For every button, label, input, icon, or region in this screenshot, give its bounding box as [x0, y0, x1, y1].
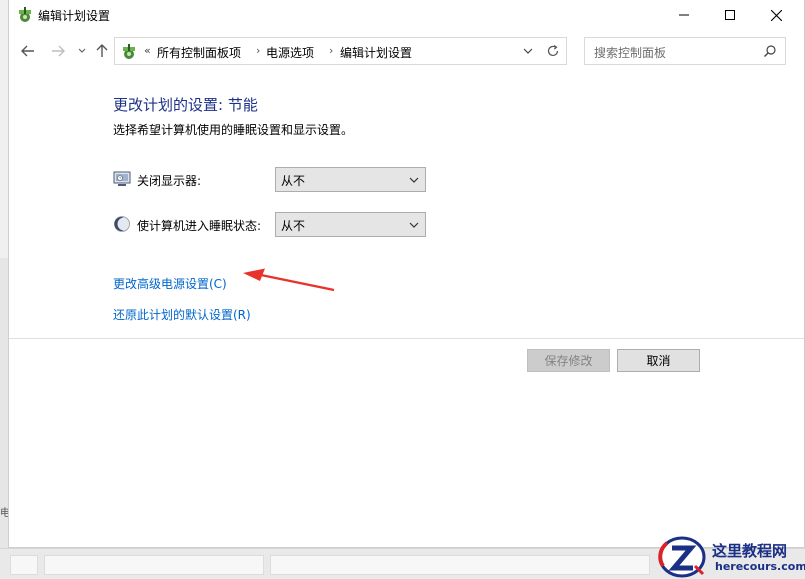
chevron-down-icon — [409, 177, 419, 183]
power-options-icon — [19, 7, 31, 22]
background-desktop-strip — [0, 258, 8, 579]
back-button[interactable] — [18, 41, 38, 61]
page-description: 选择希望计算机使用的睡眠设置和显示设置。 — [113, 123, 354, 137]
maximize-button[interactable] — [707, 0, 753, 30]
control-panel-icon — [123, 44, 135, 59]
background-segment — [270, 555, 650, 575]
background-segment — [10, 555, 38, 575]
search-placeholder: 搜索控制面板 — [594, 46, 667, 60]
chevron-right-icon[interactable]: › — [256, 44, 260, 57]
refresh-icon — [547, 45, 558, 57]
chevron-down-icon — [409, 222, 419, 228]
close-icon — [770, 9, 782, 21]
address-bar[interactable]: « 所有控制面板项 › 电源选项 › 编辑计划设置 — [114, 37, 540, 65]
breadcrumb-edit-plan-settings[interactable]: 编辑计划设置 — [340, 44, 412, 61]
sleep-moon-icon — [114, 216, 130, 232]
sleep-label: 使计算机进入睡眠状态: — [137, 219, 262, 233]
search-icon[interactable] — [763, 44, 777, 58]
chevron-right-icon[interactable]: › — [329, 44, 333, 57]
turn-off-display-label: 关闭显示器: — [137, 174, 202, 188]
arrow-up-icon — [96, 44, 108, 57]
navigation-bar: « 所有控制面板项 › 电源选项 › 编辑计划设置 搜索控制面板 — [9, 34, 804, 68]
close-button[interactable] — [753, 0, 799, 30]
save-changes-button[interactable]: 保存修改 — [527, 349, 610, 372]
breadcrumb-overflow[interactable]: « — [144, 44, 151, 57]
minimize-button[interactable] — [661, 0, 707, 30]
refresh-button[interactable] — [539, 37, 567, 65]
watermark-logo-icon — [658, 536, 706, 578]
restore-default-settings-link[interactable]: 还原此计划的默认设置(R) — [113, 306, 251, 323]
sleep-value: 从不 — [281, 219, 306, 233]
minimize-icon — [679, 14, 689, 16]
divider — [9, 338, 804, 339]
arrow-left-icon — [21, 45, 34, 57]
monitor-icon — [113, 171, 131, 186]
watermark-title: 这里教程网 — [712, 542, 788, 560]
title-bar[interactable]: 编辑计划设置 — [9, 0, 804, 30]
sleep-select[interactable]: 从不 — [275, 212, 426, 237]
page-title: 更改计划的设置: 节能 — [113, 96, 258, 114]
watermark: 这里教程网 herecours.com — [657, 536, 805, 579]
maximize-icon — [725, 10, 735, 20]
recent-locations-button[interactable] — [72, 41, 92, 61]
background-segment — [44, 555, 264, 575]
cancel-button[interactable]: 取消 — [617, 349, 700, 372]
breadcrumb-power-options[interactable]: 电源选项 — [266, 44, 314, 61]
red-arrow-annotation — [243, 268, 335, 292]
up-button[interactable] — [92, 41, 112, 61]
edit-plan-settings-window: 编辑计划设置 « 所有控制面板项 › 电源选项 › 编辑计划设置 搜索控制面板 … — [8, 0, 805, 548]
turn-off-display-select[interactable]: 从不 — [275, 167, 426, 192]
arrow-right-icon — [52, 45, 65, 57]
window-title: 编辑计划设置 — [38, 9, 111, 23]
address-dropdown-icon[interactable] — [521, 44, 535, 58]
change-advanced-power-settings-link[interactable]: 更改高级电源设置(C) — [113, 275, 227, 292]
chevron-down-icon — [78, 48, 86, 53]
forward-button[interactable] — [48, 41, 68, 61]
turn-off-display-value: 从不 — [281, 174, 306, 188]
search-box[interactable]: 搜索控制面板 — [584, 37, 786, 65]
watermark-url: herecours.com — [715, 560, 805, 573]
breadcrumb-all-control-panel-items[interactable]: 所有控制面板项 — [157, 44, 241, 61]
